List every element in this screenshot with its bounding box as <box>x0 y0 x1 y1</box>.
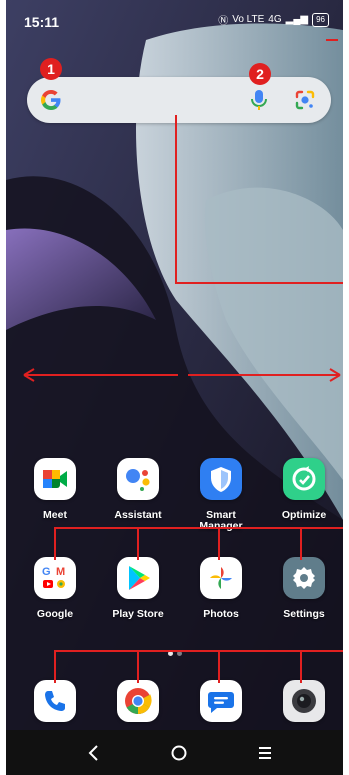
optimize-icon <box>283 458 325 500</box>
camera-icon <box>283 680 325 722</box>
home-screen: 15:11 Ⓝ Vo LTE 4G ▂▄▆ 96 1 2 Meet Assist… <box>6 0 343 775</box>
annotation-marker-1: 1 <box>40 58 62 80</box>
app-label: Meet <box>43 509 67 521</box>
google-search-bar[interactable] <box>27 77 331 123</box>
app-label: Google <box>36 608 74 620</box>
microphone-icon[interactable] <box>249 88 269 112</box>
app-meet[interactable]: Meet <box>19 458 91 521</box>
dock-messages[interactable] <box>185 680 257 722</box>
chrome-icon <box>117 680 159 722</box>
app-label: Smart Manager <box>199 509 243 532</box>
app-label: Optimize <box>281 509 327 521</box>
app-settings[interactable]: Settings <box>268 557 340 620</box>
page-indicator[interactable] <box>168 651 182 656</box>
app-play-store[interactable]: Play Store <box>102 557 174 620</box>
app-label: Assistant <box>114 509 162 521</box>
google-g-icon[interactable] <box>39 88 63 112</box>
app-label: Play Store <box>112 608 164 620</box>
dock-phone[interactable] <box>19 680 91 722</box>
google-photos-icon <box>200 557 242 599</box>
page-dot-active <box>168 651 173 656</box>
home-icon[interactable] <box>167 742 191 764</box>
settings-icon <box>283 557 325 599</box>
app-smart-manager[interactable]: Smart Manager <box>185 458 257 532</box>
signal-label: 4G <box>268 14 282 25</box>
svg-text:G: G <box>42 566 51 578</box>
volte-label: Vo LTE <box>232 14 265 25</box>
page-dot <box>177 651 182 656</box>
navigation-bar <box>6 730 343 775</box>
app-assistant[interactable]: Assistant <box>102 458 174 521</box>
annotation-marker-2: 2 <box>249 63 271 85</box>
google-lens-icon[interactable] <box>293 88 317 112</box>
messages-icon <box>200 680 242 722</box>
app-optimize[interactable]: Optimize <box>268 458 340 521</box>
back-icon[interactable] <box>82 742 106 764</box>
status-bar: 15:11 Ⓝ Vo LTE 4G ▂▄▆ 96 <box>6 0 343 44</box>
signal-icon: ▂▄▆ <box>285 14 309 25</box>
clock: 15:11 <box>24 14 60 30</box>
app-label: Settings <box>283 608 325 620</box>
status-icons: Ⓝ Vo LTE 4G ▂▄▆ 96 <box>218 12 329 27</box>
app-label: Photos <box>203 608 239 620</box>
play-store-icon <box>117 557 159 599</box>
svg-text:M: M <box>56 566 65 578</box>
dock-chrome[interactable] <box>102 680 174 722</box>
dock-camera[interactable] <box>268 680 340 722</box>
battery-indicator: 96 <box>312 12 329 27</box>
phone-icon <box>34 680 76 722</box>
app-photos[interactable]: Photos <box>185 557 257 620</box>
folder-google[interactable]: G M Google <box>19 557 91 620</box>
menu-icon[interactable] <box>253 742 277 764</box>
google-meet-icon <box>34 458 76 500</box>
google-folder-icon: G M <box>34 557 76 599</box>
nfc-icon: Ⓝ <box>218 16 229 27</box>
google-assistant-icon <box>117 458 159 500</box>
shield-icon <box>200 458 242 500</box>
